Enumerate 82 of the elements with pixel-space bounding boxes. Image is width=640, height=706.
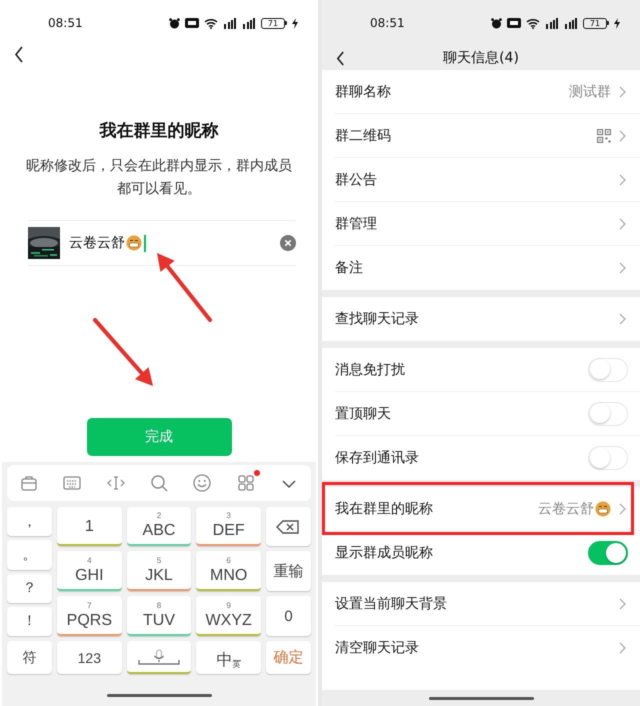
grimace-face-icon	[595, 500, 611, 516]
toggle-switch[interactable]	[588, 402, 628, 426]
nickname-field[interactable]: 云卷云舒	[28, 220, 296, 266]
battery-indicator: 71	[261, 18, 287, 28]
battery-indicator: 71	[583, 18, 609, 28]
back-icon[interactable]	[336, 50, 345, 66]
annotation-arrow	[93, 318, 153, 386]
keyboard-key[interactable]: ！	[7, 606, 52, 636]
apps-grid-icon[interactable]	[236, 473, 256, 493]
clear-icon[interactable]	[280, 235, 296, 251]
keyboard-key[interactable]: 。	[7, 540, 52, 570]
wifi-icon	[204, 18, 218, 28]
setting-label: 消息免打扰	[335, 360, 406, 378]
keyboard-key[interactable]: 重输	[266, 551, 311, 591]
nickname-text: 云卷云舒	[69, 234, 125, 252]
microphone-space-icon	[136, 648, 182, 664]
keyboard-key[interactable]: ？	[7, 574, 52, 603]
chevron-icon	[619, 86, 626, 98]
clock-time: 08:51	[370, 16, 405, 30]
setting-label: 群公告	[335, 170, 378, 188]
setting-label: 群管理	[335, 214, 378, 232]
setting-label: 群聊名称	[335, 82, 392, 100]
keyboard-key[interactable]: 符	[7, 641, 52, 674]
qr-code-icon	[597, 128, 611, 142]
backspace-key[interactable]	[266, 507, 311, 546]
setting-label: 显示群成员昵称	[335, 544, 434, 562]
keyboard-key[interactable]: 7 PQRS	[57, 596, 122, 636]
chevron-icon	[619, 174, 626, 186]
emoji-icon[interactable]	[192, 473, 212, 493]
signal-icon	[564, 18, 578, 28]
clock-time: 08:51	[48, 16, 83, 30]
keyboard-key[interactable]: 4 GHI	[57, 551, 122, 591]
setting-label: 置顶聊天	[335, 404, 392, 422]
setting-value: 测试群	[569, 82, 611, 100]
grimace-face-icon	[126, 235, 142, 251]
setting-label: 设置当前聊天背景	[335, 594, 448, 612]
alarm-icon	[169, 18, 180, 28]
keyboard-key[interactable]: 1	[57, 507, 122, 546]
setting-label: 我在群里的昵称	[335, 500, 434, 518]
hd-icon	[185, 18, 199, 28]
backspace-icon	[276, 520, 300, 534]
page-title: 我在群里的昵称	[98, 120, 220, 142]
toggle-switch[interactable]	[588, 358, 628, 382]
description-text: 昵称修改后，只会在此群内显示，群内成员都可以看见。	[25, 157, 293, 199]
keyboard-key[interactable]: 8 TUV	[126, 596, 192, 636]
chevron-icon	[619, 218, 626, 230]
setting-label: 保存到通讯录	[335, 449, 420, 467]
keyboard-key[interactable]: 2 ABC	[126, 507, 192, 546]
annotation-arrow	[157, 253, 212, 322]
setting-label: 查找聊天记录	[335, 310, 420, 328]
keyboard-key[interactable]: 9 WXYZ	[196, 596, 261, 636]
search-icon[interactable]	[148, 473, 169, 493]
signal-icon	[242, 18, 256, 28]
chevron-icon	[619, 642, 626, 654]
setting-label: 群二维码	[335, 126, 392, 144]
chevron-icon	[619, 502, 626, 514]
back-icon[interactable]	[14, 46, 24, 63]
keyboard-key[interactable]: ，	[7, 507, 52, 536]
signal-icon	[223, 18, 237, 28]
keyboard-key[interactable]: 6 MNO	[196, 551, 261, 591]
setting-value: 云卷云舒	[538, 500, 594, 518]
hd-icon	[507, 18, 521, 28]
alarm-icon	[491, 18, 502, 28]
setting-label: 清空聊天记录	[335, 639, 420, 657]
keyboard-key[interactable]: 123	[57, 641, 122, 674]
signal-icon	[545, 18, 559, 28]
chevron-icon	[619, 313, 626, 325]
charging-bolt-icon	[614, 18, 620, 28]
chevron-icon	[619, 598, 626, 610]
text-cursor	[144, 234, 146, 252]
toggle-switch[interactable]	[588, 541, 628, 565]
chevron-icon	[619, 262, 626, 274]
wifi-icon	[526, 18, 540, 28]
keyboard-key[interactable]: 3 DEF	[196, 507, 261, 546]
keyboard-key[interactable]: 5 JKL	[126, 551, 192, 591]
charging-bolt-icon	[292, 18, 298, 28]
space-key[interactable]	[126, 641, 192, 674]
chevron-icon	[619, 130, 626, 142]
setting-label: 备注	[335, 259, 364, 277]
keyboard-key[interactable]: 0	[266, 596, 311, 636]
screen-title: 聊天信息(4)	[443, 49, 519, 67]
toggle-switch[interactable]	[588, 446, 628, 470]
